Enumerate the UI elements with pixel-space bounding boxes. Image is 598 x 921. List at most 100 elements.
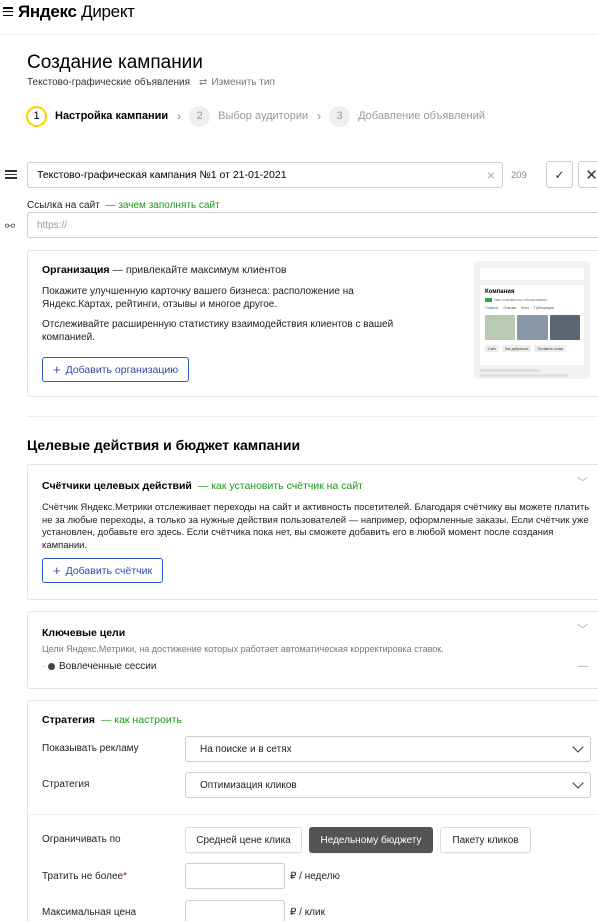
- strategy-value: Оптимизация кликов: [200, 779, 297, 791]
- preview-rating: Нам понравилось обслуживание: [485, 298, 547, 303]
- preview-company-name: Компания: [485, 289, 515, 295]
- header-divider: [0, 34, 598, 35]
- drag-handle-icon[interactable]: ··: [42, 664, 45, 670]
- preview-company-card: Компания Нам понравилось обслуживание Гл…: [480, 285, 584, 365]
- confirm-button[interactable]: ✓: [546, 161, 573, 188]
- spend-label: Тратить не более: [42, 871, 124, 882]
- how-to-install-counter-link[interactable]: — как установить счётчик на сайт: [198, 480, 363, 492]
- strategy-label: Стратегия: [42, 779, 90, 790]
- check-icon: ✓: [554, 167, 565, 182]
- show-ads-value: На поиске и в сетях: [200, 743, 292, 755]
- max-price-unit: ₽ / клик: [290, 907, 325, 918]
- plus-icon: +: [53, 362, 61, 377]
- max-price-input[interactable]: [185, 900, 285, 921]
- organization-heading: Организация: [42, 264, 110, 276]
- campaign-name-value: Текстово-графическая кампания №1 от 21-0…: [37, 169, 287, 181]
- step-3-number: 3: [329, 105, 351, 127]
- preview-line: [480, 374, 568, 377]
- change-type-label: Изменить тип: [211, 77, 275, 88]
- char-counter: 209: [511, 170, 527, 181]
- link-icon: ⚯: [5, 219, 16, 233]
- preview-tabs: Главное Отзывы Фото Публикации: [485, 306, 554, 310]
- swap-icon: ⇄: [199, 77, 208, 88]
- goal-name: Вовлеченные сессии: [59, 661, 157, 672]
- goal-value: —: [578, 661, 588, 672]
- site-url-placeholder: https://: [37, 219, 68, 231]
- clear-icon[interactable]: ×: [487, 167, 495, 183]
- preview-button: Оставить отзыв: [534, 345, 567, 352]
- weekly-budget-input[interactable]: [185, 863, 285, 889]
- preview-tab: Отзывы: [503, 306, 517, 310]
- counters-card: Счётчики целевых действий — как установи…: [27, 464, 598, 600]
- counters-description: Счётчик Яндекс.Метрики отслеживает перех…: [42, 502, 590, 552]
- step-2-number: 2: [189, 105, 211, 127]
- organization-title: Организация — привлекайте максимум клиен…: [42, 264, 287, 276]
- goal-item[interactable]: ·· Вовлеченные сессии: [42, 661, 156, 672]
- change-type-link[interactable]: ⇄ Изменить тип: [199, 77, 275, 88]
- menu-icon[interactable]: [3, 7, 13, 17]
- chevron-right-icon: ›: [317, 109, 322, 123]
- preview-line: [480, 369, 540, 372]
- preview-tab: Главное: [485, 306, 499, 310]
- counters-title: Счётчики целевых действий: [42, 480, 192, 492]
- strategy-select[interactable]: Оптимизация кликов: [185, 772, 591, 798]
- preview-buttons: Сайт Как добраться Оставить отзыв: [485, 345, 567, 352]
- chevron-right-icon: ›: [177, 109, 182, 123]
- page-title: Создание кампании: [27, 52, 203, 73]
- counters-header: Счётчики целевых действий — как установи…: [42, 480, 363, 492]
- step-2-label[interactable]: Выбор аудитории: [218, 110, 308, 122]
- add-counter-button[interactable]: + Добавить счётчик: [42, 558, 164, 583]
- show-ads-label: Показывать рекламу: [42, 743, 139, 754]
- strategy-card: Стратегия — как настроить Показывать рек…: [27, 700, 598, 921]
- logo-brand: Яндекс: [18, 2, 77, 21]
- campaign-name-input[interactable]: Текстово-графическая кампания №1 от 21-0…: [27, 162, 503, 188]
- key-goals-description: Цели Яндекс.Метрики, на достижение котор…: [42, 644, 444, 654]
- yandex-direct-logo[interactable]: Яндекс Директ: [18, 2, 135, 22]
- step-1-label[interactable]: Настройка кампании: [55, 110, 168, 122]
- preview-button: Как добраться: [502, 345, 532, 352]
- cancel-button[interactable]: ✕: [578, 161, 598, 188]
- section-divider: [27, 416, 598, 417]
- strategy-divider: [28, 814, 598, 815]
- key-goals-title: Ключевые цели: [42, 627, 126, 639]
- preview-button: Сайт: [485, 345, 500, 352]
- close-icon: ✕: [585, 166, 598, 184]
- spend-label-row: Тратить не более*: [42, 871, 127, 882]
- show-ads-select[interactable]: На поиске и в сетях: [185, 736, 591, 762]
- limit-weekly-budget-button[interactable]: Недельному бюджету: [309, 827, 433, 853]
- why-fill-site-link[interactable]: — зачем заполнять сайт: [106, 200, 220, 211]
- chevron-down-icon[interactable]: ﹀: [577, 474, 588, 490]
- add-organization-button[interactable]: + Добавить организацию: [42, 357, 190, 382]
- organization-description: Покажите улучшенную карточку вашего бизн…: [42, 286, 354, 310]
- limit-label: Ограничивать по: [42, 834, 121, 845]
- limit-click-package-button[interactable]: Пакету кликов: [440, 827, 531, 853]
- organization-card: Организация — привлекайте максимум клиен…: [27, 250, 598, 397]
- required-mark: *: [123, 871, 127, 882]
- how-to-configure-link[interactable]: — как настроить: [101, 714, 182, 726]
- preview-search-bar: [480, 268, 584, 280]
- add-organization-label: Добавить организацию: [65, 363, 179, 376]
- logo-product: Директ: [81, 2, 135, 21]
- add-counter-label: Добавить счётчик: [65, 564, 153, 577]
- preview-tab: Фото: [521, 306, 530, 310]
- chevron-down-icon: [572, 741, 584, 753]
- wizard-steps: 1 Настройка кампании › 2 Выбор аудитории…: [26, 104, 485, 128]
- campaign-type-row: Текстово-графические объявления ⇄ Измени…: [27, 77, 275, 88]
- goals-budget-title: Целевые действия и бюджет кампании: [27, 437, 301, 453]
- step-1-number: 1: [26, 105, 47, 127]
- preview-photos: [485, 315, 580, 340]
- step-3-label[interactable]: Добавление объявлений: [358, 110, 485, 122]
- max-price-label: Максимальная цена: [42, 907, 137, 918]
- plus-icon: +: [53, 563, 61, 578]
- organization-hint: — привлекайте максимум клиентов: [112, 264, 287, 276]
- organization-preview-image: Компания Нам понравилось обслуживание Гл…: [474, 261, 590, 379]
- key-goals-header: Ключевые цели: [42, 627, 125, 639]
- site-label: Ссылка на сайт: [27, 200, 100, 211]
- organization-stats-text: Отслеживайте расширенную статистику взаи…: [42, 319, 394, 343]
- chevron-down-icon[interactable]: ﹀: [577, 621, 588, 637]
- site-url-input[interactable]: https://: [27, 212, 598, 238]
- preview-tab: Публикации: [534, 306, 554, 310]
- goal-dot-icon: [48, 663, 55, 670]
- limit-avg-cpc-button[interactable]: Средней цене клика: [185, 827, 302, 853]
- chevron-down-icon: [572, 777, 584, 789]
